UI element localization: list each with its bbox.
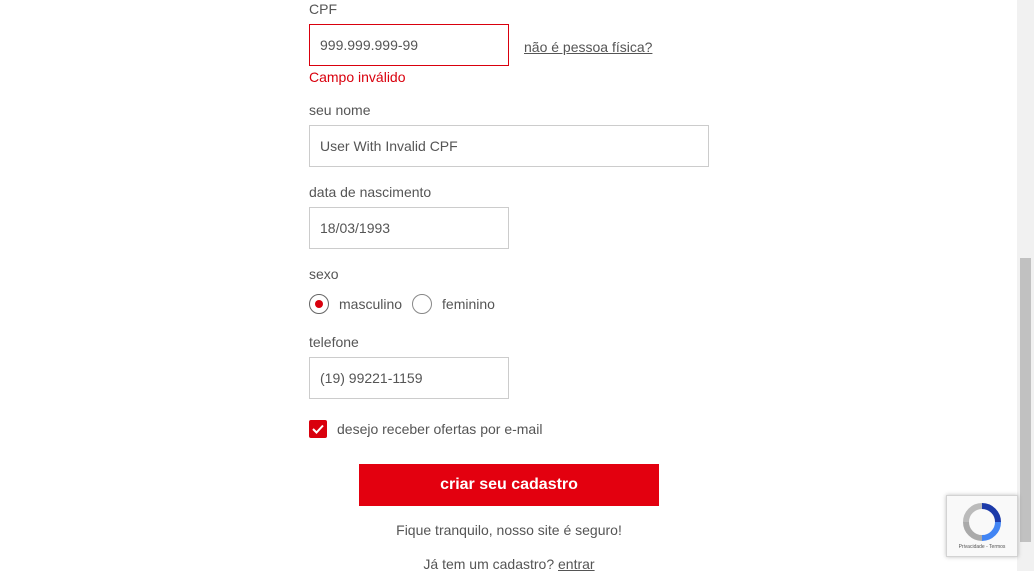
- recaptcha-footer[interactable]: Privacidade - Termos: [959, 544, 1006, 550]
- newsletter-row: desejo receber ofertas por e-mail: [309, 420, 542, 438]
- not-individual-link[interactable]: não é pessoa física?: [524, 39, 652, 55]
- name-label: seu nome: [309, 102, 371, 118]
- birthdate-label: data de nascimento: [309, 184, 432, 200]
- newsletter-checkbox[interactable]: [309, 420, 327, 438]
- phone-label: telefone: [309, 334, 359, 350]
- cpf-value: 999.999.999-99: [320, 37, 419, 53]
- checkmark-icon: [312, 424, 324, 434]
- recaptcha-badge[interactable]: Privacidade - Termos: [946, 495, 1018, 557]
- phone-input[interactable]: (19) 99221-1159: [309, 357, 509, 399]
- radio-feminino-label[interactable]: feminino: [442, 296, 495, 312]
- phone-value: (19) 99221-1159: [320, 370, 423, 386]
- create-account-button[interactable]: criar seu cadastro: [359, 464, 659, 506]
- cpf-label: CPF: [309, 1, 337, 17]
- cpf-error-message: Campo inválido: [309, 69, 406, 85]
- cpf-input[interactable]: 999.999.999-99: [309, 24, 509, 66]
- birthdate-input[interactable]: 18/03/1993: [309, 207, 509, 249]
- radio-masculino-label[interactable]: masculino: [339, 296, 402, 312]
- scrollbar[interactable]: [1017, 0, 1034, 571]
- secure-note: Fique tranquilo, nosso site é seguro!: [396, 522, 622, 538]
- sex-label: sexo: [309, 266, 339, 282]
- scrollbar-thumb[interactable]: [1020, 258, 1031, 542]
- newsletter-label[interactable]: desejo receber ofertas por e-mail: [337, 421, 542, 437]
- recaptcha-icon: [963, 503, 1001, 541]
- name-value: User With Invalid CPF: [320, 138, 458, 154]
- radio-masculino[interactable]: [309, 294, 329, 314]
- name-input[interactable]: User With Invalid CPF: [309, 125, 709, 167]
- radio-selected-dot: [315, 300, 323, 308]
- login-link[interactable]: entrar: [558, 556, 595, 571]
- birthdate-value: 18/03/1993: [320, 220, 391, 236]
- sex-radio-group: masculino feminino: [309, 293, 505, 315]
- login-prompt-row: Já tem um cadastro? entrar: [309, 556, 709, 571]
- login-prompt: Já tem um cadastro?: [423, 556, 555, 571]
- signup-page: CPF 999.999.999-99 não é pessoa física? …: [0, 0, 1034, 571]
- radio-feminino[interactable]: [412, 294, 433, 314]
